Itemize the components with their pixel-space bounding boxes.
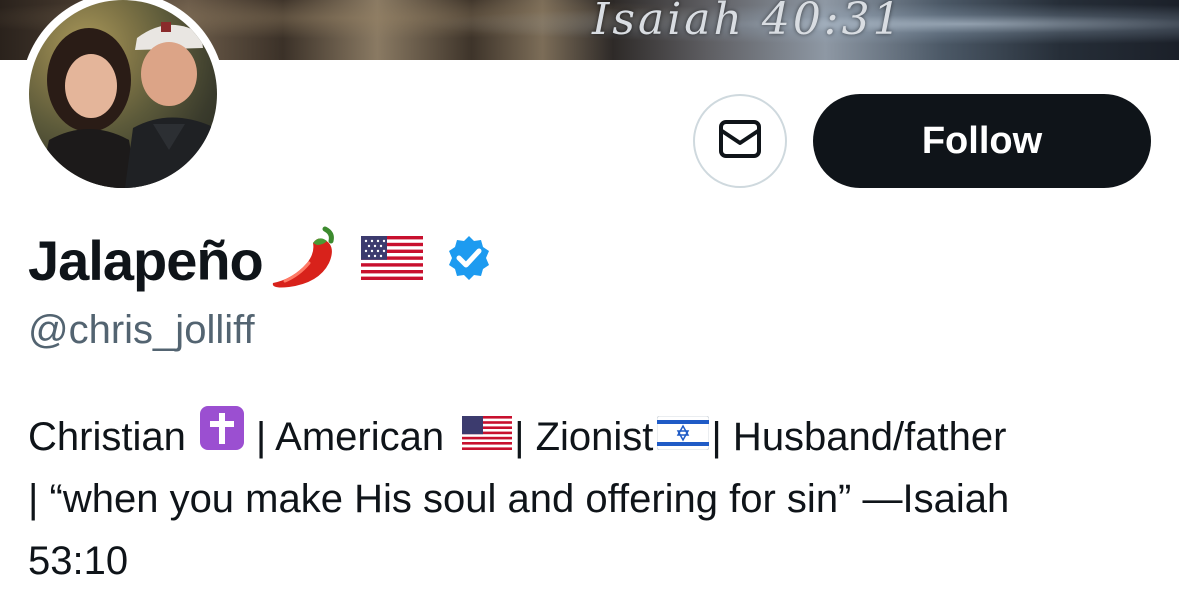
chili-pepper-icon [267,223,339,298]
bio-zionist-text: | Zionist [514,415,654,459]
bio-line-3: 53:10 [28,539,129,583]
avatar-photo [39,22,217,188]
bio-line-1: Christian | American | Zionist | Husband… [28,406,1158,468]
name-row: Jalapeño [28,220,493,300]
avatar[interactable] [29,0,217,188]
message-button[interactable] [693,94,787,188]
bio-husband-text: | Husband/father [711,415,1007,459]
profile-bio: Christian | American | Zionist | Husband… [28,406,1158,592]
envelope-icon [718,119,762,164]
banner-verse-text: Isaiah 40:31 [592,0,904,45]
verified-badge-icon[interactable] [445,234,493,287]
bio-christian-text: Christian [28,415,186,459]
user-handle: @chris_jolliff [28,308,255,352]
israel-flag-icon [656,406,710,468]
us-flag-icon [360,235,423,285]
bio-line-2: | “when you make His soul and offering f… [28,477,1010,521]
bio-american-text: | American [255,415,445,459]
display-name: Jalapeño [28,228,264,292]
follow-button[interactable]: Follow [813,94,1151,188]
latin-cross-icon [199,406,244,468]
us-flag-icon [462,406,513,468]
